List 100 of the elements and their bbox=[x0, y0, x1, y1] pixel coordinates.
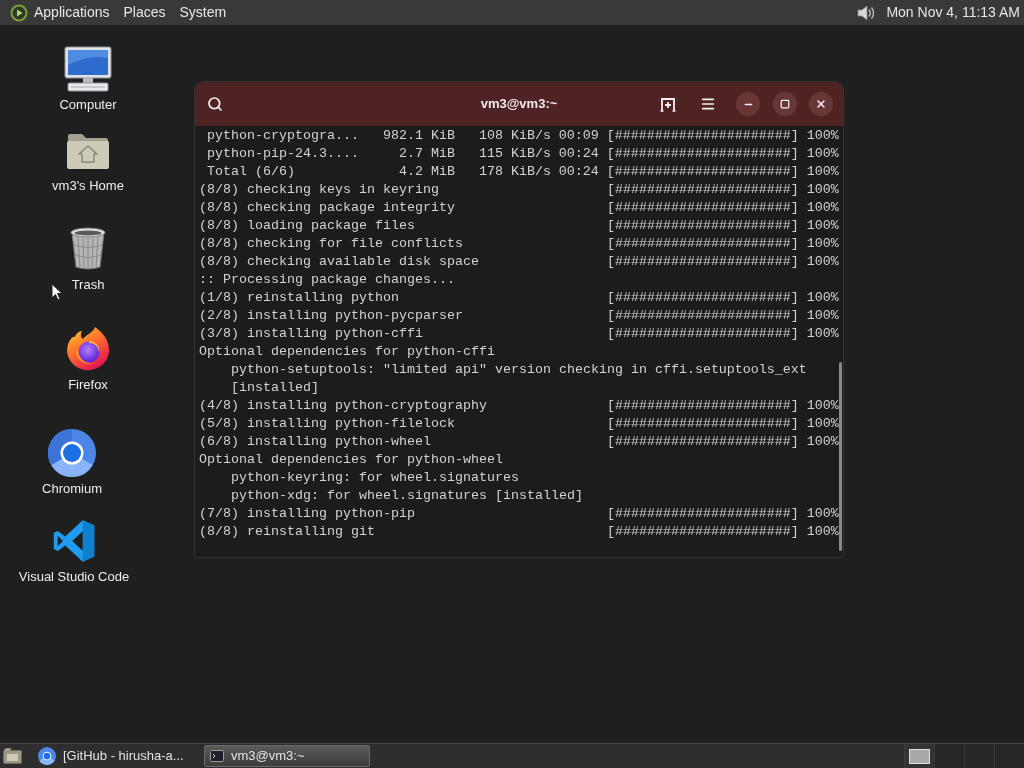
percent-text: 100% bbox=[806, 181, 839, 199]
output-line: (7/8) installing python-pip bbox=[199, 506, 415, 521]
new-tab-icon bbox=[660, 96, 676, 112]
percent-text: 100% bbox=[806, 163, 839, 181]
percent-text: 100% bbox=[806, 127, 839, 145]
desktop-icon-label[interactable]: Trash bbox=[71, 277, 105, 293]
workspace-cell[interactable] bbox=[904, 744, 934, 768]
ribbon-logo-icon bbox=[52, 519, 96, 563]
clock-text[interactable]: Mon Nov 4, 11:13 AM bbox=[886, 2, 1020, 23]
show-desktop-icon[interactable] bbox=[3, 748, 22, 764]
window-thumbnail-icon bbox=[909, 748, 930, 764]
progress-text: [######################] bbox=[606, 289, 799, 307]
taskbar-window-button[interactable]: vm3@vm3:~ bbox=[204, 745, 370, 767]
percent-text: 100% bbox=[806, 505, 839, 523]
output-line: python-setuptools: "limited api" version checking in cffi.setuptools_ext bbox=[231, 361, 807, 379]
percent-text: 100% bbox=[806, 397, 839, 415]
elapsed-time: 00:24 bbox=[558, 146, 599, 161]
output-line: (8/8) checking package integrity bbox=[199, 200, 455, 215]
progress-text: [######################] bbox=[606, 163, 799, 181]
output-line: (8/8) reinstalling git bbox=[199, 524, 375, 539]
panel-menu[interactable]: Places bbox=[116, 0, 173, 25]
panel-menu[interactable]: System bbox=[172, 0, 234, 25]
progress-text: [######################] bbox=[606, 505, 799, 523]
package-name: Total (6/6) bbox=[207, 164, 295, 179]
percent-text: 100% bbox=[806, 217, 839, 235]
taskbar-window-button[interactable]: [GitHub - hirusha-a... bbox=[32, 745, 198, 767]
desktop-icon-label[interactable]: Chromium bbox=[42, 481, 102, 497]
output-line: (1/8) reinstalling python bbox=[199, 290, 399, 305]
output-line: (8/8) loading package files bbox=[199, 218, 415, 233]
percent-text: 100% bbox=[806, 307, 839, 325]
package-name: python-cryptogra... bbox=[207, 128, 359, 143]
percent-text: 100% bbox=[806, 415, 839, 433]
maximize-button[interactable] bbox=[773, 92, 797, 116]
progress-text: [######################] bbox=[606, 397, 799, 415]
flame-globe-icon bbox=[65, 326, 111, 372]
close-button[interactable] bbox=[809, 92, 833, 116]
desktop-icon-label[interactable]: Computer bbox=[59, 97, 117, 113]
download-size: 4.2 MiB bbox=[398, 163, 455, 181]
trash-bin-icon bbox=[69, 227, 107, 271]
package-name: python-pip-24.3.... bbox=[207, 146, 359, 161]
output-line: python-keyring: for wheel.signatures bbox=[231, 469, 519, 487]
speaker-icon[interactable] bbox=[856, 2, 877, 23]
minimize-button[interactable] bbox=[736, 92, 760, 116]
elapsed-time: 00:24 bbox=[558, 164, 599, 179]
desktop-icon-label[interactable]: Firefox bbox=[68, 377, 108, 393]
output-line: [installed] bbox=[231, 379, 319, 397]
percent-text: 100% bbox=[806, 433, 839, 451]
desktop-icon-label[interactable]: vm3's Home bbox=[52, 178, 124, 194]
output-line: :: Processing package changes... bbox=[199, 271, 455, 289]
ring-logo-icon bbox=[48, 429, 96, 477]
download-size: 2.7 MiB bbox=[398, 145, 455, 163]
output-line: (8/8) checking keys in keyring bbox=[199, 182, 439, 197]
output-line: (8/8) checking for file conflicts bbox=[199, 236, 463, 251]
progress-text: [######################] bbox=[606, 433, 799, 451]
mouse-pointer-icon bbox=[51, 283, 63, 301]
search-icon bbox=[207, 96, 223, 112]
percent-text: 100% bbox=[806, 289, 839, 307]
progress-text: [######################] bbox=[606, 523, 799, 541]
terminal-window-icon bbox=[210, 750, 224, 762]
output-line: (2/8) installing python-pycparser bbox=[199, 308, 463, 323]
output-line: Optional dependencies for python-wheel bbox=[199, 451, 503, 469]
progress-text: [######################] bbox=[606, 307, 799, 325]
progress-text: [######################] bbox=[606, 235, 799, 253]
desktop-icon-label[interactable]: Visual Studio Code bbox=[18, 569, 130, 585]
scrollbar-thumb[interactable] bbox=[839, 362, 842, 551]
output-line: python-xdg: for wheel.signatures [installed] bbox=[231, 487, 583, 505]
percent-text: 100% bbox=[806, 199, 839, 217]
window-title: vm3@vm3:~ bbox=[480, 95, 558, 114]
progress-text: [######################] bbox=[606, 145, 799, 163]
progress-text: [######################] bbox=[606, 181, 799, 199]
output-line: (4/8) installing python-cryptography bbox=[199, 398, 487, 413]
output-line: (6/8) installing python-wheel bbox=[199, 434, 431, 449]
workspace-cell[interactable] bbox=[934, 744, 964, 768]
progress-text: [######################] bbox=[606, 127, 799, 145]
output-line: (3/8) installing python-cffi bbox=[199, 326, 423, 341]
workspace-cell[interactable] bbox=[964, 744, 994, 768]
output-line: Optional dependencies for python-cffi bbox=[199, 343, 495, 361]
output-line: (8/8) checking available disk space bbox=[199, 254, 479, 269]
elapsed-time: 00:09 bbox=[558, 128, 599, 143]
percent-text: 100% bbox=[806, 145, 839, 163]
download-speed: 115 KiB/s bbox=[478, 145, 551, 163]
progress-text: [######################] bbox=[606, 415, 799, 433]
download-speed: 178 KiB/s bbox=[478, 163, 551, 181]
close-icon bbox=[815, 98, 827, 110]
distro-logo-icon[interactable] bbox=[10, 3, 28, 22]
maximize-icon bbox=[780, 99, 790, 109]
progress-text: [######################] bbox=[606, 217, 799, 235]
download-size: 982.1 KiB bbox=[382, 127, 455, 145]
output-line: (5/8) installing python-filelock bbox=[199, 416, 455, 431]
percent-text: 100% bbox=[806, 325, 839, 343]
percent-text: 100% bbox=[806, 523, 839, 541]
panel-menu[interactable]: Applications bbox=[27, 0, 117, 25]
menu-icon bbox=[700, 96, 716, 112]
progress-text: [######################] bbox=[606, 325, 799, 343]
percent-text: 100% bbox=[806, 253, 839, 271]
workspace-cell[interactable] bbox=[994, 744, 1024, 768]
ring-logo-icon bbox=[38, 747, 56, 765]
progress-text: [######################] bbox=[606, 253, 799, 271]
download-speed: 108 KiB/s bbox=[478, 127, 551, 145]
progress-text: [######################] bbox=[606, 199, 799, 217]
